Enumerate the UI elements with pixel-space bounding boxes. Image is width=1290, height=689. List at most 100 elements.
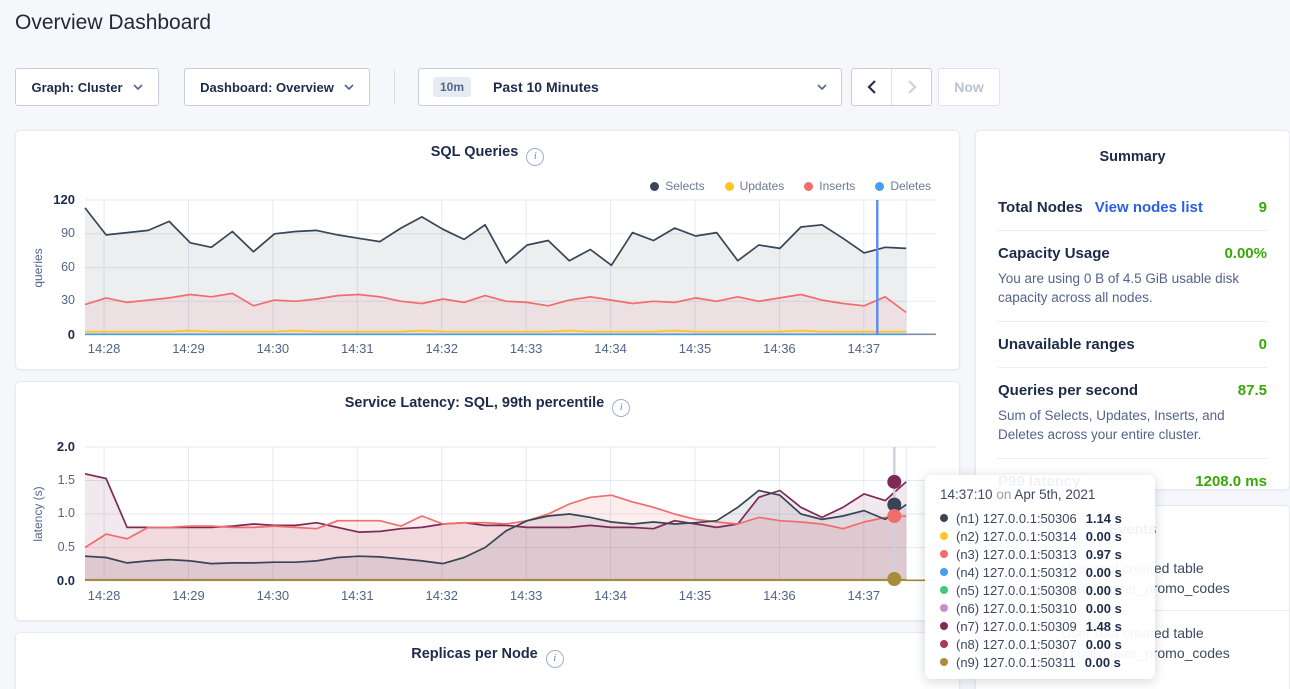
legend-dot-icon — [650, 182, 659, 191]
chart-title-text: Replicas per Node — [411, 646, 538, 662]
now-button[interactable]: Now — [938, 68, 1000, 106]
y-tick-label: 90 — [29, 226, 75, 240]
info-icon[interactable]: i — [612, 399, 630, 417]
series-dot-icon — [940, 568, 948, 576]
tooltip-node-value: 1.48 s — [1086, 619, 1122, 634]
legend-dot-icon — [875, 182, 884, 191]
legend-label: Inserts — [819, 179, 855, 193]
tooltip-conjunction: on — [996, 487, 1011, 502]
tooltip-node-value: 0.00 s — [1086, 601, 1122, 616]
summary-row-label: Capacity Usage — [998, 245, 1110, 262]
dashboard-dropdown[interactable]: Dashboard: Overview — [184, 68, 370, 106]
x-tick-label: 14:34 — [594, 588, 627, 603]
series-dot-icon — [940, 622, 948, 630]
chevron-down-icon — [817, 84, 827, 90]
sql-queries-panel: SQL Queriesi SelectsUpdatesInsertsDelete… — [15, 130, 960, 370]
page-title: Overview Dashboard — [15, 11, 211, 35]
summary-row-value: 0.00% — [1224, 245, 1267, 262]
tooltip-node-address: (n6) 127.0.0.1:50310 — [956, 601, 1077, 616]
x-tick-label: 14:35 — [679, 341, 712, 356]
tooltip-node-row: (n5) 127.0.0.1:50308 0.00 s — [940, 581, 1155, 599]
tooltip-node-row: (n3) 127.0.0.1:503130.97 s — [940, 545, 1155, 563]
legend-item-inserts: Inserts — [804, 179, 855, 193]
tooltip-node-address: (n1) 127.0.0.1:50306 — [956, 511, 1077, 526]
tooltip-node-value: 0.00 s — [1086, 637, 1122, 652]
legend-label: Updates — [740, 179, 785, 193]
info-icon[interactable]: i — [526, 148, 544, 166]
summary-row-description: Sum of Selects, Updates, Inserts, and De… — [998, 406, 1267, 444]
tooltip-node-address: (n2) 127.0.0.1:50314 — [956, 529, 1077, 544]
x-tick-label: 14:37 — [848, 341, 881, 356]
tooltip-rows: (n1) 127.0.0.1:503061.14 s(n2) 127.0.0.1… — [940, 509, 1155, 671]
tooltip-node-value: 0.00 s — [1086, 565, 1122, 580]
chart-title: SQL Queries i — [16, 144, 959, 166]
x-tick-label: 14:31 — [341, 588, 374, 603]
x-tick-label: 14:34 — [594, 341, 627, 356]
chevron-right-icon — [907, 80, 917, 94]
chart-legend: SelectsUpdatesInsertsDeletes — [650, 179, 931, 193]
y-tick-label: 120 — [29, 192, 75, 207]
series-dot-icon — [940, 550, 948, 558]
summary-row-description: You are using 0 B of 4.5 GiB usable disk… — [998, 269, 1267, 307]
x-tick-label: 14:29 — [172, 588, 205, 603]
chevron-down-icon — [344, 84, 354, 90]
series-dot-icon — [940, 586, 948, 594]
chart-title: Service Latency: SQL, 99th percentilei — [16, 395, 959, 417]
summary-row-value: 87.5 — [1238, 382, 1267, 399]
summary-panel: Summary Total Nodes View nodes list 9 Ca… — [975, 130, 1290, 490]
view-nodes-list-link[interactable]: View nodes list — [1095, 199, 1203, 216]
summary-row-value: 0 — [1259, 336, 1267, 353]
tooltip-node-address: (n9) 127.0.0.1:50311 — [956, 655, 1076, 670]
graph-scope-dropdown[interactable]: Graph: Cluster — [15, 68, 159, 106]
tooltip-node-address: (n7) 127.0.0.1:50309 — [956, 619, 1077, 634]
time-range-picker[interactable]: 10m Past 10 Minutes — [418, 68, 842, 106]
legend-item-selects: Selects — [650, 179, 704, 193]
x-tick-label: 14:30 — [257, 341, 290, 356]
tooltip-node-row: (n6) 127.0.0.1:50310 0.00 s — [940, 599, 1155, 617]
x-tick-label: 14:36 — [763, 588, 796, 603]
x-tick-label: 14:31 — [341, 341, 374, 356]
tooltip-node-value: 0.00 s — [1086, 583, 1122, 598]
y-tick-label: 1.0 — [29, 506, 75, 520]
summary-title: Summary — [998, 149, 1267, 165]
tooltip-node-address: (n8) 127.0.0.1:50307 — [956, 637, 1077, 652]
summary-row-queries-per-second: Queries per second 87.5 Sum of Selects, … — [998, 367, 1267, 458]
x-tick-label: 14:32 — [425, 588, 458, 603]
info-icon[interactable]: i — [546, 650, 564, 668]
dashboard-label: Dashboard: Overview — [200, 80, 334, 95]
summary-row-value: 1208.0 ms — [1195, 473, 1267, 490]
x-tick-label: 14:32 — [425, 341, 458, 356]
series-dot-icon — [940, 514, 948, 522]
y-tick-label: 0.0 — [29, 573, 75, 588]
x-tick-label: 14:37 — [848, 588, 881, 603]
chart-plot-area[interactable] — [85, 447, 936, 581]
series-dot-icon — [940, 658, 948, 666]
x-tick-label: 14:29 — [172, 341, 205, 356]
service-latency-panel: Service Latency: SQL, 99th percentilei l… — [15, 381, 960, 621]
chart-title-text: SQL Queries — [431, 144, 519, 160]
legend-dot-icon — [804, 182, 813, 191]
y-tick-label: 30 — [29, 293, 75, 307]
summary-row-label: Unavailable ranges — [998, 336, 1135, 353]
legend-dot-icon — [725, 182, 734, 191]
time-back-button[interactable] — [852, 69, 892, 105]
tooltip-node-address: (n5) 127.0.0.1:50308 — [956, 583, 1077, 598]
tooltip-node-address: (n4) 127.0.0.1:50312 — [956, 565, 1077, 580]
y-tick-label: 0.5 — [29, 540, 75, 554]
summary-row-capacity-usage: Capacity Usage 0.00% You are using 0 B o… — [998, 230, 1267, 321]
tooltip-date: Apr 5th, 2021 — [1014, 487, 1095, 502]
series-dot-icon — [940, 604, 948, 612]
y-tick-label: 1.5 — [29, 473, 75, 487]
summary-row-unavailable-ranges: Unavailable ranges 0 — [998, 321, 1267, 367]
x-tick-label: 14:35 — [679, 588, 712, 603]
toolbar-divider — [394, 70, 395, 104]
replicas-per-node-panel: Replicas per Node i — [15, 632, 960, 689]
time-range-label: Past 10 Minutes — [493, 79, 599, 95]
tooltip-node-address: (n3) 127.0.0.1:50313 — [956, 547, 1077, 562]
time-forward-button[interactable] — [892, 69, 931, 105]
series-area — [85, 293, 906, 335]
x-tick-label: 14:33 — [510, 588, 543, 603]
series-dot-icon — [940, 640, 948, 648]
chart-plot-area[interactable] — [85, 200, 936, 335]
tooltip-node-row: (n7) 127.0.0.1:50309 1.48 s — [940, 617, 1155, 635]
